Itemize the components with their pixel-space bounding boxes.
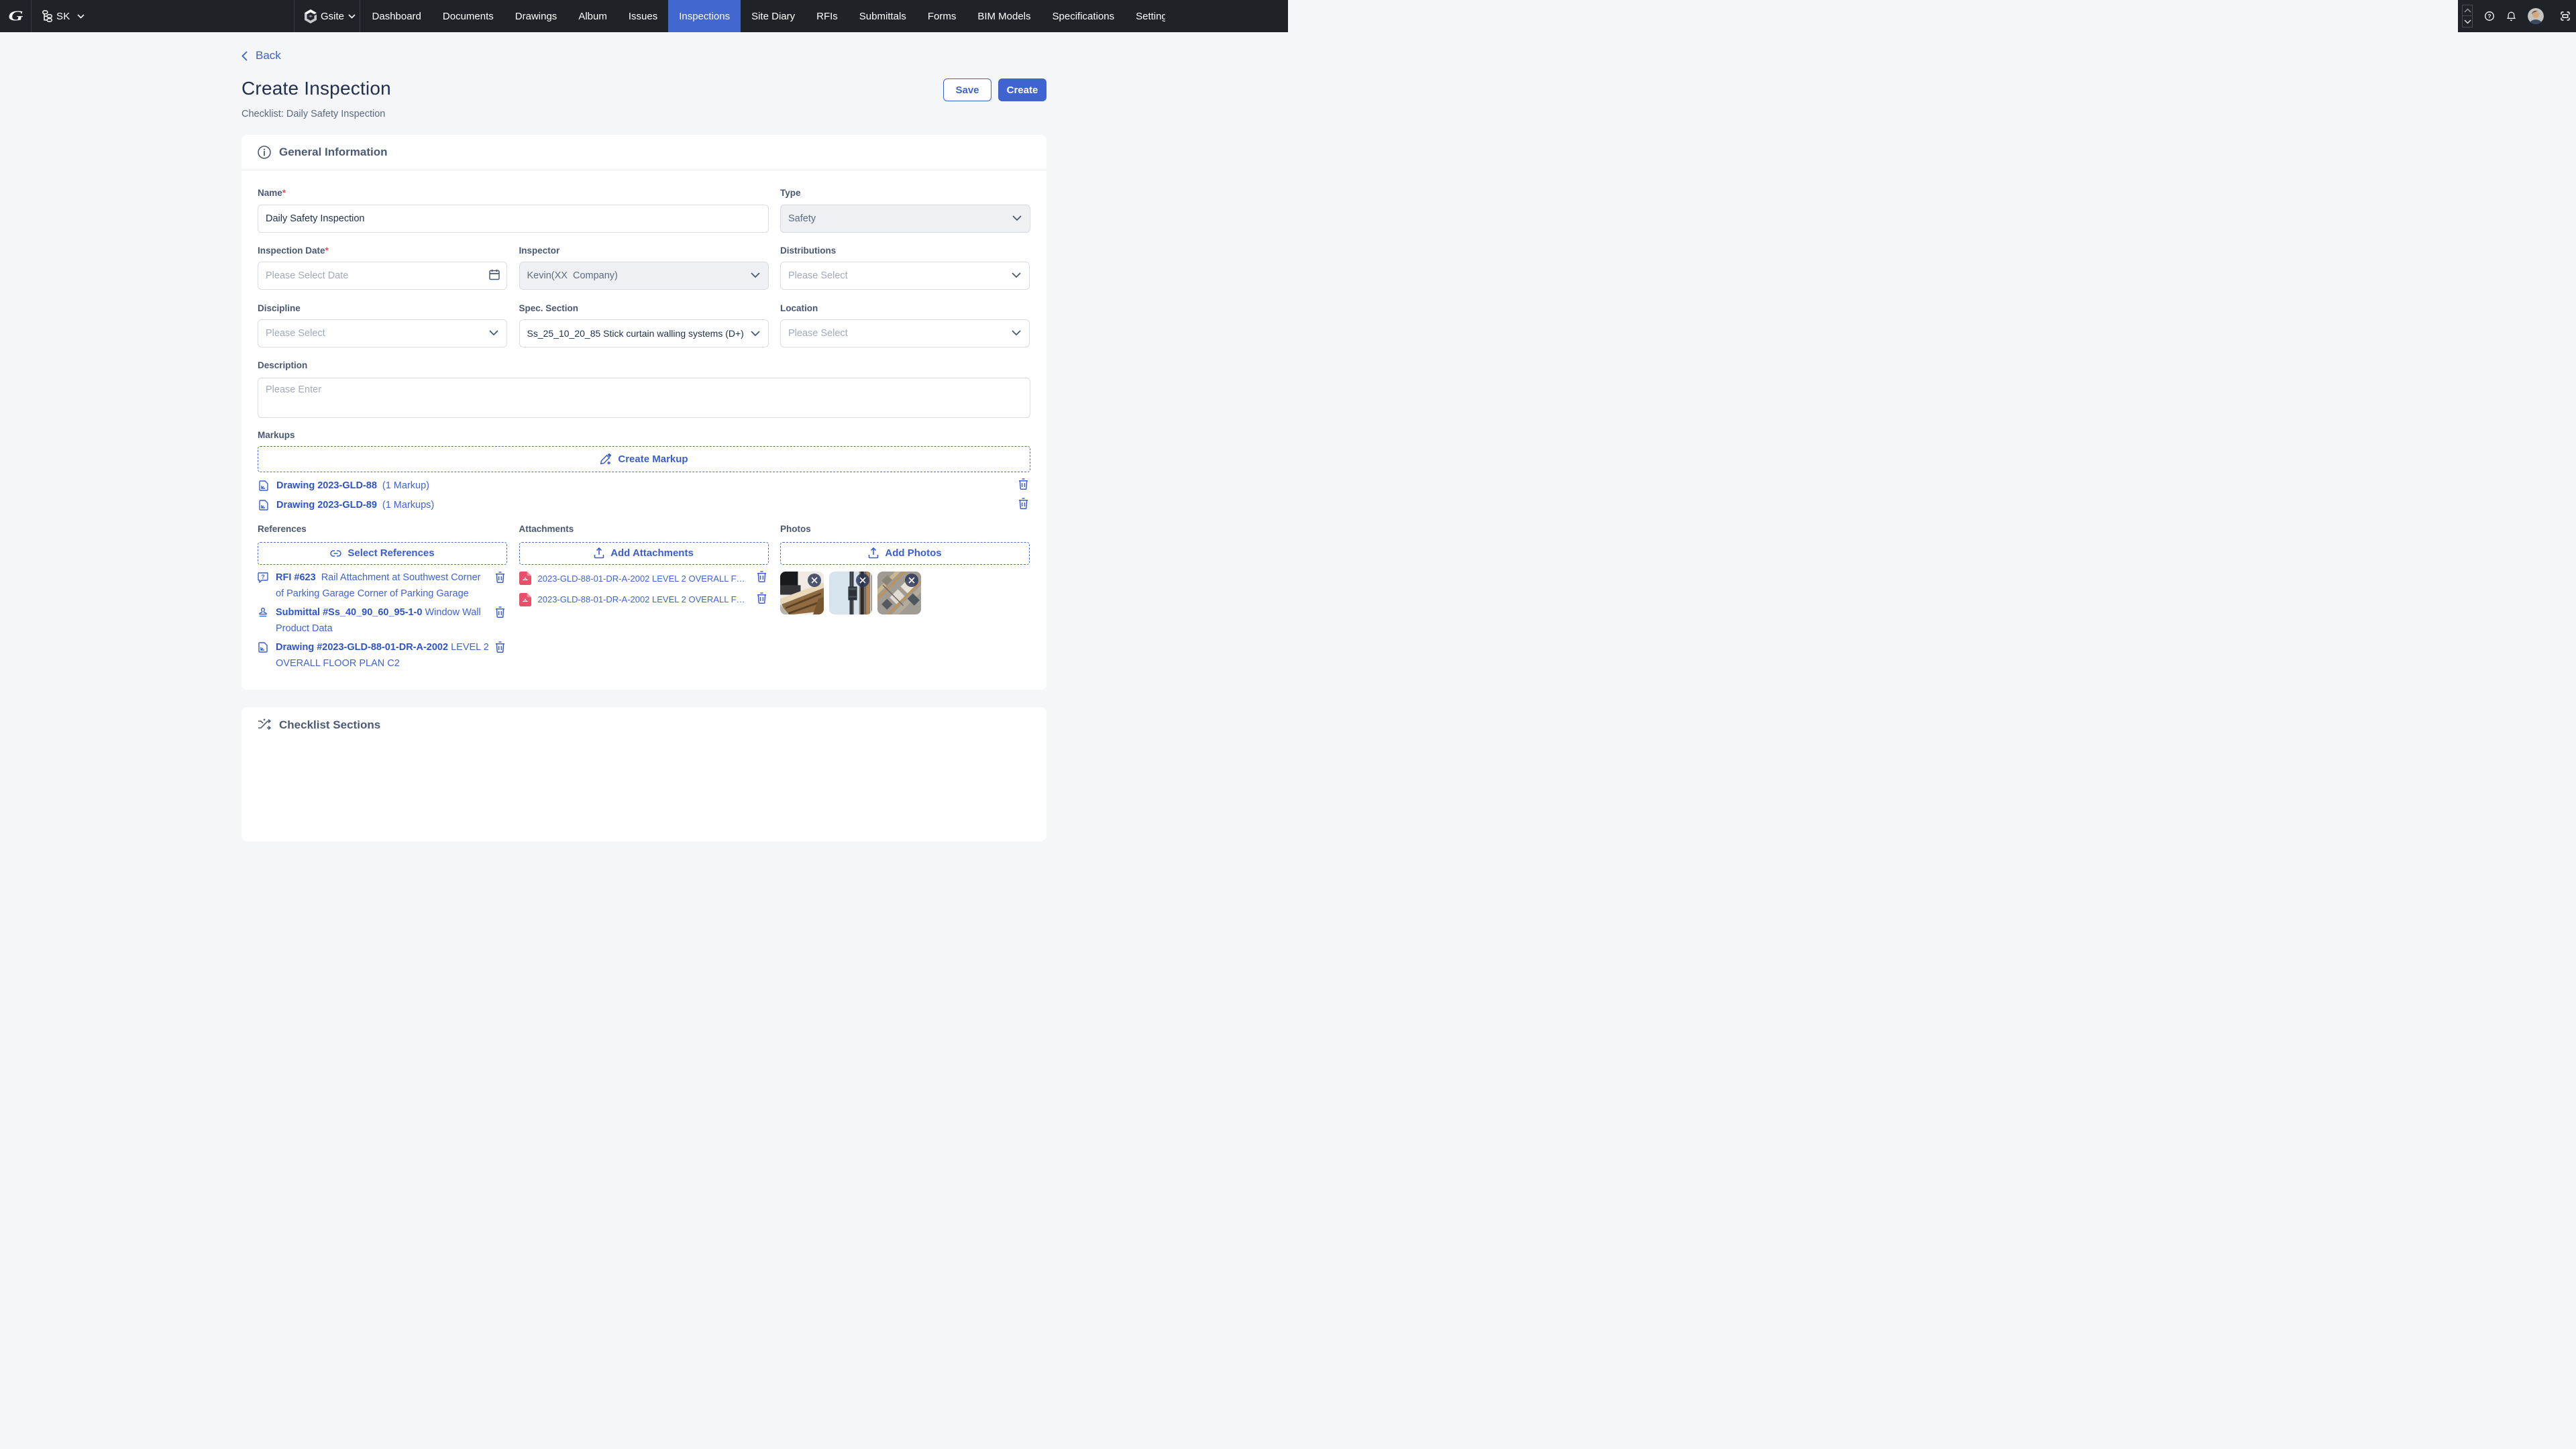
svg-text:?: ?	[261, 574, 265, 580]
svg-text:?: ?	[2487, 13, 2491, 19]
